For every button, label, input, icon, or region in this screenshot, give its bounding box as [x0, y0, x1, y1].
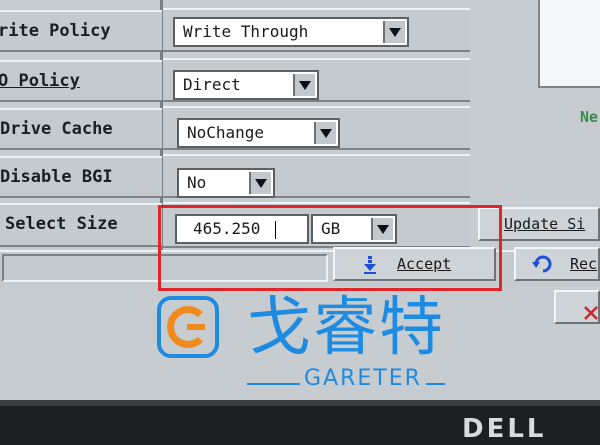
- watermark-latin: GARETER: [300, 366, 426, 391]
- chevron-down-icon[interactable]: [314, 122, 336, 144]
- disable-bgi-value: No: [187, 173, 207, 192]
- io-policy-value: Direct: [183, 75, 241, 94]
- drive-cache-panel: NoChange: [163, 106, 470, 150]
- close-button[interactable]: [554, 290, 600, 324]
- write-policy-label-cell: rite Policy: [0, 10, 162, 52]
- drive-cache-value: NoChange: [187, 123, 265, 142]
- io-policy-label-cell: O Policy: [0, 60, 162, 102]
- drive-cache-label-cell: Drive Cache: [0, 108, 162, 150]
- write-policy-value: Write Through: [183, 22, 309, 41]
- select-size-label: Select Size: [5, 214, 118, 234]
- right-panel: Ne: [470, 0, 600, 203]
- update-size-label: Update Si: [504, 215, 586, 233]
- chevron-down-icon[interactable]: [249, 172, 271, 194]
- disable-bgi-label-cell: Disable BGI: [0, 156, 162, 198]
- io-policy-panel: Direct: [163, 58, 470, 102]
- chevron-down-icon[interactable]: [293, 74, 315, 96]
- select-size-label-cell: Select Size: [0, 203, 162, 247]
- preview-box: [538, 0, 600, 88]
- close-icon: [584, 300, 598, 320]
- write-policy-panel: Write Through: [163, 8, 470, 52]
- write-policy-select[interactable]: Write Through: [173, 17, 409, 47]
- write-policy-label: rite Policy: [0, 21, 111, 41]
- drive-cache-select[interactable]: NoChange: [177, 118, 340, 148]
- chevron-down-icon[interactable]: [383, 21, 405, 43]
- disable-bgi-panel: No: [163, 154, 470, 198]
- reclaim-button[interactable]: Rec: [514, 247, 600, 281]
- dell-logo: DELL: [462, 414, 547, 444]
- drive-cache-label: Drive Cache: [0, 119, 113, 139]
- new-vd-label: Ne: [580, 108, 599, 126]
- watermark-chinese: 戈睿特: [247, 291, 445, 365]
- disable-bgi-select[interactable]: No: [177, 168, 275, 198]
- gareter-logo-icon: [157, 296, 219, 358]
- undo-icon: [532, 253, 554, 275]
- monitor-bezel: DELL: [0, 400, 600, 445]
- io-policy-select[interactable]: Direct: [173, 70, 319, 100]
- reclaim-label: Rec: [570, 255, 598, 273]
- watermark: 戈睿特 GARETER: [155, 290, 465, 400]
- disable-bgi-label: Disable BGI: [0, 167, 113, 187]
- io-policy-label: O Policy: [0, 71, 80, 91]
- raid-config-screen: rite Policy Write Through O Policy Direc…: [0, 0, 600, 400]
